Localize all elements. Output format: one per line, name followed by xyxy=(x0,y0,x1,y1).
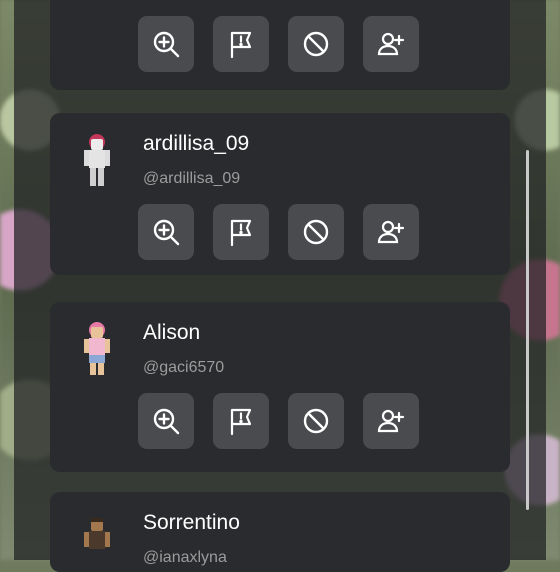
report-flag-icon xyxy=(230,219,252,247)
player-display-name: Sorrentino xyxy=(143,511,240,534)
block-button[interactable] xyxy=(288,204,344,260)
player-card: Alison @gaci6570 xyxy=(50,302,510,472)
add-friend-button[interactable] xyxy=(363,204,419,260)
player-actions xyxy=(138,16,419,72)
report-button[interactable] xyxy=(213,204,269,260)
add-friend-icon xyxy=(377,409,405,433)
add-friend-button[interactable] xyxy=(363,16,419,72)
player-card: Sorrentino @ianaxlyna xyxy=(50,492,510,572)
report-button[interactable] xyxy=(213,393,269,449)
examine-button[interactable] xyxy=(138,393,194,449)
zoom-in-icon xyxy=(153,31,180,58)
block-icon xyxy=(303,31,329,57)
block-icon xyxy=(303,219,329,245)
player-avatar xyxy=(84,322,110,375)
player-display-name: Alison xyxy=(143,321,201,344)
block-button[interactable] xyxy=(288,16,344,72)
player-username: @gaci6570 xyxy=(143,359,225,376)
report-flag-icon xyxy=(230,408,252,436)
examine-button[interactable] xyxy=(138,204,194,260)
player-username: @ianaxlyna xyxy=(143,549,227,566)
zoom-in-icon xyxy=(153,408,180,435)
add-friend-icon xyxy=(377,220,405,244)
report-flag-icon xyxy=(230,31,252,59)
block-button[interactable] xyxy=(288,393,344,449)
report-button[interactable] xyxy=(213,16,269,72)
player-username: @ardillisa_09 xyxy=(143,170,241,187)
player-actions xyxy=(138,393,419,449)
add-friend-button[interactable] xyxy=(363,393,419,449)
scrollbar[interactable] xyxy=(526,150,529,510)
player-card: ardillisa_09 @ardillisa_09 xyxy=(50,113,510,275)
player-actions xyxy=(138,204,419,260)
add-friend-icon xyxy=(377,32,405,56)
player-avatar xyxy=(84,134,110,186)
block-icon xyxy=(303,408,329,434)
player-card xyxy=(50,0,510,90)
zoom-in-icon xyxy=(153,219,180,246)
player-display-name: ardillisa_09 xyxy=(143,132,250,155)
examine-button[interactable] xyxy=(138,16,194,72)
